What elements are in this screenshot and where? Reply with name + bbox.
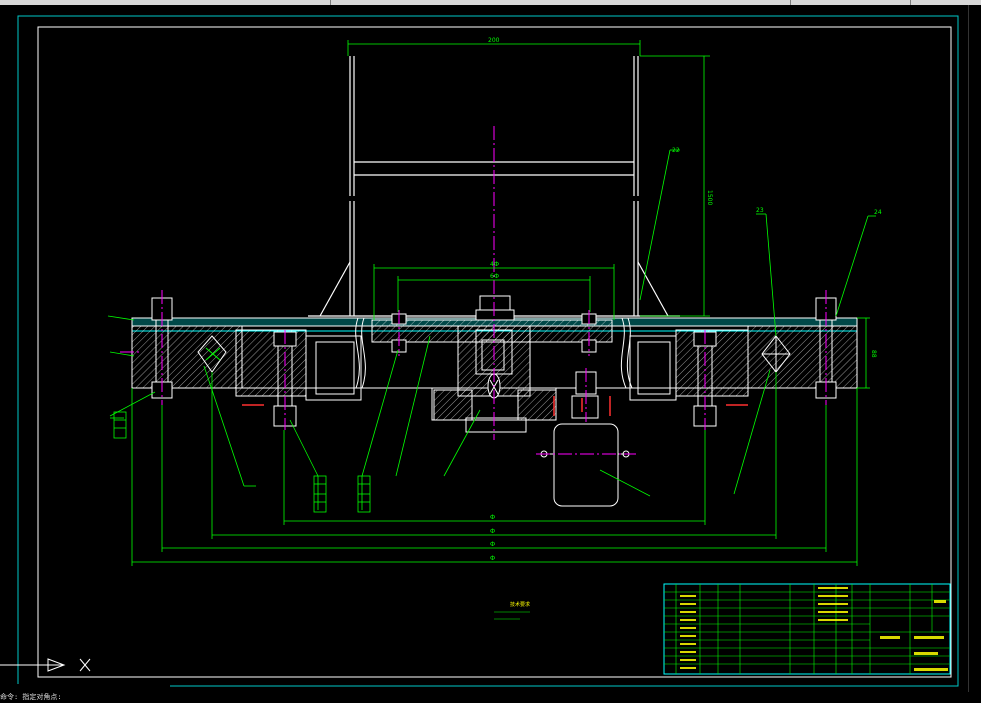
title-block bbox=[663, 583, 951, 675]
dim-bolt-span: 6Ф bbox=[490, 273, 499, 280]
dim-flange-height: 88 bbox=[870, 350, 877, 358]
dim-span-3: Ф bbox=[490, 541, 495, 548]
cad-drawing-canvas[interactable]: 200 1500 4Ф 6Ф Ф Ф Ф Ф 88 22 23 24 技术要求 bbox=[0, 0, 981, 692]
dim-span-2: Ф bbox=[490, 528, 495, 535]
red-marks bbox=[242, 396, 748, 416]
dim-top-width: 200 bbox=[488, 37, 500, 44]
notes-title: 技术要求 bbox=[510, 601, 530, 608]
dim-span-4: Ф bbox=[490, 555, 495, 562]
balloon-24: 24 bbox=[874, 209, 882, 216]
hanging-box bbox=[540, 423, 632, 507]
dim-inner-span: 4Ф bbox=[490, 261, 499, 268]
balloon-23: 23 bbox=[756, 207, 764, 214]
dim-span-1: Ф bbox=[490, 514, 495, 521]
command-line-text: 命令: 指定对角点: bbox=[0, 693, 62, 701]
command-line[interactable]: 命令: 指定对角点: bbox=[0, 684, 170, 701]
dim-right-height: 1500 bbox=[706, 190, 713, 205]
balloon-22: 22 bbox=[672, 147, 680, 154]
part-tag-stacks bbox=[113, 411, 371, 513]
technical-notes: 技术要求 bbox=[494, 601, 530, 620]
vertical-scrollbar[interactable] bbox=[968, 5, 981, 692]
ucs-axis-icon bbox=[0, 658, 91, 672]
